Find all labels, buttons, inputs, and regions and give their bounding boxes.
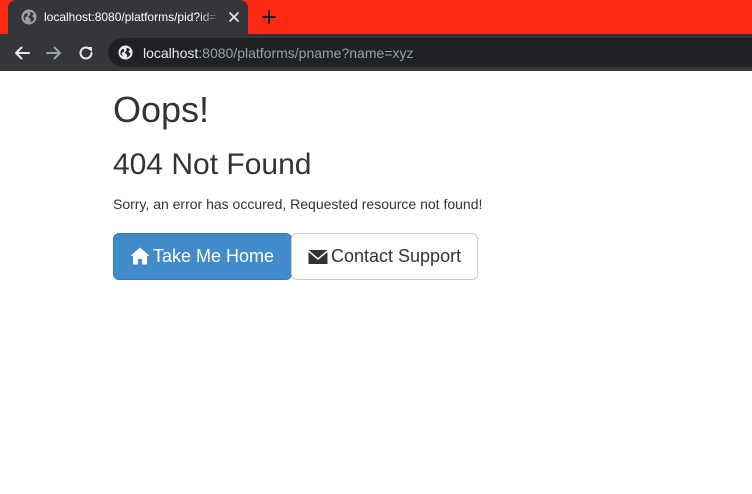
reload-icon[interactable] <box>76 43 96 63</box>
browser-toolbar: localhost:8080/platforms/pname?name=xyz <box>0 34 752 71</box>
contact-support-label: Contact Support <box>331 246 462 266</box>
take-me-home-label: Take Me Home <box>153 246 275 266</box>
tab-title: localhost:8080/platforms/pid?id= <box>44 9 220 25</box>
error-message: Sorry, an error has occured, Requested r… <box>113 196 483 212</box>
home-icon <box>130 247 150 265</box>
arrow-right-icon[interactable] <box>44 43 64 63</box>
browser-tab[interactable]: localhost:8080/platforms/pid?id= <box>8 0 248 34</box>
address-bar[interactable]: localhost:8080/platforms/pname?name=xyz <box>108 38 752 67</box>
url-host: localhost <box>143 45 199 61</box>
globe-icon <box>21 9 37 25</box>
url-path: :8080/platforms/pname?name=xyz <box>198 45 414 61</box>
take-me-home-button[interactable]: Take Me Home <box>113 233 292 280</box>
tab-strip: localhost:8080/platforms/pid?id= <box>0 0 752 34</box>
url-text[interactable]: localhost:8080/platforms/pname?name=xyz <box>143 45 413 61</box>
page-content: Oops! 404 Not Found Sorry, an error has … <box>0 71 752 494</box>
contact-support-button[interactable]: Contact Support <box>291 233 478 280</box>
page-title: Oops! <box>113 89 210 130</box>
envelope-icon <box>308 250 328 264</box>
error-code-heading: 404 Not Found <box>113 148 312 181</box>
globe-icon[interactable] <box>118 45 133 60</box>
arrow-left-icon[interactable] <box>12 43 32 63</box>
close-icon[interactable] <box>226 9 242 25</box>
plus-icon[interactable] <box>260 8 278 26</box>
